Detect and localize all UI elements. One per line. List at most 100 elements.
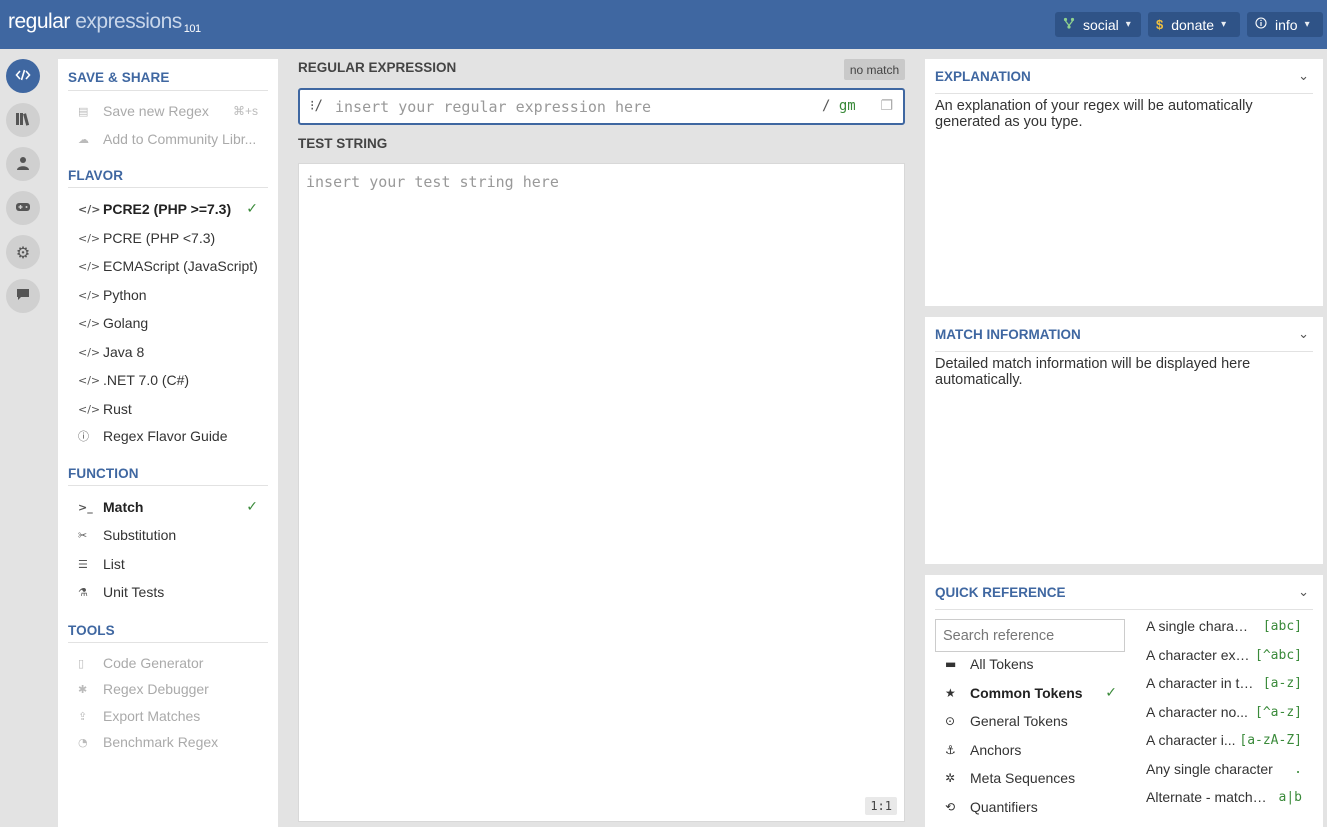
branch-icon (1063, 17, 1075, 32)
save-shortcut: ⌘+s (232, 104, 258, 118)
chevron-down-icon: ▾ (1221, 19, 1227, 30)
donate-button[interactable]: $ donate ▾ (1148, 12, 1240, 37)
gamepad-icon (15, 200, 31, 216)
save-icon: ▤ (78, 104, 89, 118)
gauge-icon: ◔ (78, 735, 88, 749)
flavor-pcre2[interactable]: </> PCRE2 (PHP >=7.3) ✓ (68, 196, 268, 222)
category-label: General Tokens (970, 713, 1068, 729)
tool-regex-debugger[interactable]: ✱ Regex Debugger (68, 676, 268, 702)
reference-search-input[interactable]: Search reference (935, 619, 1125, 652)
function-unit-tests[interactable]: ⚗ Unit Tests (68, 579, 268, 605)
category-label: Anchors (970, 742, 1022, 758)
file-code-icon: ▯ (78, 656, 85, 670)
qr-category-anchors[interactable]: ⚓ Anchors (935, 737, 1125, 763)
terminal-icon: >_ (78, 500, 93, 514)
test-string-input[interactable]: insert your test string here 1:1 (298, 163, 905, 822)
editor-area: REGULAR EXPRESSION no match ⁝/ insert yo… (288, 49, 915, 827)
help-icon: ⓘ (78, 430, 89, 443)
flavor-dotnet[interactable]: </> .NET 7.0 (C#) (68, 367, 268, 393)
save-regex-label: Save new Regex (103, 103, 209, 119)
divider (935, 93, 1313, 94)
code-icon: </> (78, 259, 101, 273)
logo[interactable]: regular expressions 101 (8, 10, 201, 35)
asterisk-icon: ✲ (945, 771, 956, 785)
qr-category-common[interactable]: ★ Common Tokens ✓ (935, 680, 1125, 706)
chevron-down-icon[interactable]: ⌄ (1298, 69, 1309, 84)
regex-input[interactable]: ⁝/ insert your regular expression here /… (298, 88, 905, 125)
qr-token-row[interactable]: A character i... [a-zA-Z] (1146, 727, 1302, 753)
check-icon: ✓ (246, 201, 258, 217)
qr-category-quantifiers[interactable]: ⟲ Quantifiers (935, 794, 1125, 820)
token-description: A character no... (1146, 704, 1248, 720)
flavor-java[interactable]: </> Java 8 (68, 339, 268, 365)
social-button[interactable]: social ▾ (1055, 12, 1141, 37)
qr-token-row[interactable]: A character exc... [^abc] (1146, 642, 1302, 668)
divider (935, 351, 1313, 352)
info-icon (1255, 17, 1267, 32)
save-regex-button[interactable]: ▤ Save new Regex ⌘+s (68, 98, 268, 124)
function-substitution[interactable]: ✂ Substitution (68, 522, 268, 548)
explanation-title: EXPLANATION (935, 69, 1031, 84)
chevron-down-icon[interactable]: ⌄ (1298, 585, 1309, 600)
rail-editor-button[interactable] (6, 59, 40, 93)
function-match[interactable]: >_ Match ✓ (68, 494, 268, 520)
regex-delimiter-handle[interactable]: ⁝/ (310, 98, 323, 114)
flavor-guide-link[interactable]: ⓘ Regex Flavor Guide (68, 423, 268, 449)
rail-settings-button[interactable]: ⚙ (6, 235, 40, 269)
save-share-title: SAVE & SHARE (68, 70, 170, 85)
tool-export-matches[interactable]: ⇪ Export Matches (68, 703, 268, 729)
regex-placeholder: insert your regular expression here (335, 98, 652, 116)
qr-token-row[interactable]: A character no... [^a-z] (1146, 699, 1302, 725)
check-icon: ✓ (246, 499, 258, 515)
function-label: List (103, 556, 125, 572)
rail-library-button[interactable] (6, 103, 40, 137)
flavor-rust[interactable]: </> Rust (68, 396, 268, 422)
flavor-label: ECMAScript (JavaScript) (103, 258, 258, 274)
flavor-golang[interactable]: </> Golang (68, 310, 268, 336)
info-button[interactable]: info ▾ (1247, 12, 1323, 37)
qr-token-row[interactable]: A character in th... [a-z] (1146, 670, 1302, 696)
logo-text-sub: expressions (69, 10, 182, 33)
quick-reference-title: QUICK REFERENCE (935, 585, 1066, 600)
token-description: A character in th... (1146, 675, 1254, 691)
tool-code-generator[interactable]: ▯ Code Generator (68, 650, 268, 676)
rail-quiz-button[interactable] (6, 191, 40, 225)
add-community-button[interactable]: ☁ Add to Community Libr... (68, 126, 268, 152)
qr-token-row[interactable]: Alternate - match e... a|b (1146, 784, 1302, 810)
flavor-ecmascript[interactable]: </> ECMAScript (JavaScript) (68, 253, 268, 279)
flavor-label: Rust (103, 401, 132, 417)
token-description: A single charact... (1146, 618, 1254, 634)
tool-benchmark[interactable]: ◔ Benchmark Regex (68, 729, 268, 755)
tools-title: TOOLS (68, 623, 115, 638)
flavor-pcre[interactable]: </> PCRE (PHP <7.3) (68, 225, 268, 251)
divider (68, 90, 268, 91)
flavor-label: PCRE2 (PHP >=7.3) (103, 201, 232, 217)
cursor-position: 1:1 (865, 797, 897, 815)
qr-token-row[interactable]: A single charact... [abc] (1146, 613, 1302, 639)
flavor-python[interactable]: </> Python (68, 282, 268, 308)
rail-feedback-button[interactable] (6, 279, 40, 313)
token-description: A character i... (1146, 732, 1236, 748)
chat-icon (16, 288, 30, 304)
explanation-text: An explanation of your regex will be aut… (935, 98, 1253, 130)
code-icon: </> (78, 231, 101, 245)
function-list[interactable]: ☰ List (68, 551, 268, 577)
anchor-icon: ⚓ (945, 743, 956, 757)
qr-category-all[interactable]: ▬ All Tokens (935, 651, 1125, 677)
code-icon: </> (78, 316, 101, 330)
qr-category-general[interactable]: ⊙ General Tokens (935, 708, 1125, 734)
qr-category-meta[interactable]: ✲ Meta Sequences (935, 765, 1125, 791)
stack-icon: ▬ (945, 657, 957, 671)
token-code: [a-zA-Z] (1239, 732, 1302, 748)
regex-flags[interactable]: / gm (822, 98, 856, 114)
match-info-panel: MATCH INFORMATION ⌄ Detailed match infor… (925, 317, 1323, 564)
flavor-title: FLAVOR (68, 168, 124, 183)
copy-icon[interactable]: ❐ (880, 98, 893, 114)
qr-token-row[interactable]: Any single character . (1146, 756, 1302, 782)
chevron-down-icon[interactable]: ⌄ (1298, 327, 1309, 342)
chevron-down-icon: ▾ (1304, 19, 1310, 30)
export-icon: ⇪ (78, 709, 88, 723)
rail-account-button[interactable] (6, 147, 40, 181)
regex-end-delimiter: / (822, 98, 831, 114)
library-icon (15, 112, 31, 129)
